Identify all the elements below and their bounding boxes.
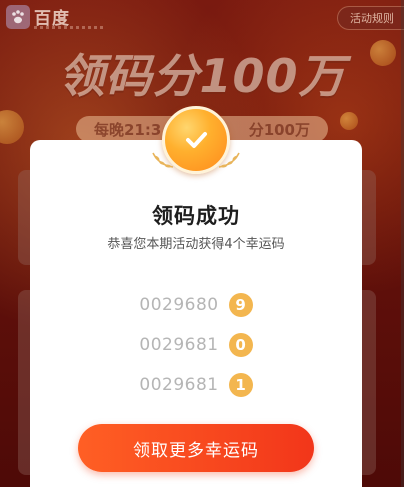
- lucky-code-number: 0029681: [139, 375, 219, 395]
- get-more-codes-button[interactable]: 领取更多幸运码: [78, 424, 314, 472]
- modal-title: 领码成功: [152, 204, 240, 228]
- baidu-paw-icon: [6, 4, 30, 29]
- lucky-code-row: 0029681 1: [30, 365, 362, 405]
- lucky-code-row: 0029680 9: [30, 285, 362, 325]
- lucky-code-digit-badge: 9: [228, 293, 253, 317]
- lucky-code-number: 0029681: [139, 335, 219, 355]
- laurel-left-icon: [152, 152, 174, 168]
- rules-button[interactable]: 活动规则: [337, 6, 404, 30]
- lucky-code-number: 0029680: [139, 295, 219, 315]
- lucky-code-list: 0029680 9 0029681 0 0029681 1: [30, 285, 362, 405]
- success-modal: 领码成功 恭喜您本期活动获得4个幸运码 0029680 9 0029681 0 …: [30, 106, 362, 487]
- lucky-code-digit-badge: 0: [228, 333, 253, 357]
- lucky-code-row: 0029681 0: [30, 325, 362, 365]
- logo-subline: [34, 26, 104, 29]
- lucky-code-digit-badge: 1: [228, 373, 253, 397]
- modal-subtitle: 恭喜您本期活动获得4个幸运码: [107, 237, 285, 252]
- coin-decoration: [0, 110, 24, 144]
- check-medal-icon: [152, 106, 240, 174]
- medal-wrapper: [30, 106, 362, 174]
- laurel-right-icon: [218, 152, 240, 168]
- banner-title: 领码分100万: [58, 49, 346, 103]
